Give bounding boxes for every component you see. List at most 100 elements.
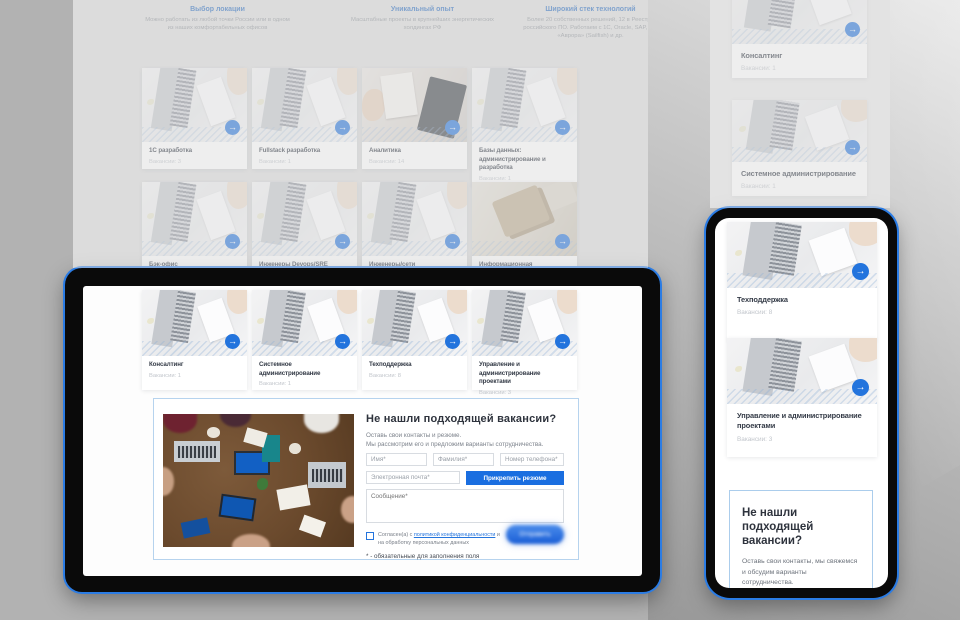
card-photo: →	[142, 182, 247, 256]
consent-prefix: Согласен(а) с	[378, 532, 414, 538]
privacy-policy-link[interactable]: политикой конфиденциальности	[414, 532, 496, 538]
card-photo: →	[472, 290, 577, 356]
arrow-icon[interactable]: →	[852, 263, 869, 280]
arrow-icon[interactable]: →	[845, 22, 860, 37]
vacancy-card[interactable]: → Системное администрирование Вакансии: …	[732, 100, 867, 196]
arrow-icon[interactable]: →	[555, 120, 570, 135]
card-photo: →	[472, 182, 577, 256]
arrow-icon[interactable]: →	[445, 234, 460, 249]
card-photo: →	[472, 68, 577, 142]
phone-field[interactable]	[500, 453, 564, 466]
arrow-icon[interactable]: →	[335, 120, 350, 135]
vacancy-card[interactable]: → Системное администрирование Вакансии: …	[252, 290, 357, 390]
message-field[interactable]	[366, 489, 564, 523]
arrow-icon[interactable]: →	[445, 120, 460, 135]
submit-button[interactable]: Отправить	[506, 525, 564, 544]
card-title: Техподдержка	[369, 361, 460, 370]
vacancy-card[interactable]: → Консалтинг Вакансии: 1	[732, 0, 867, 78]
vacancy-count: Вакансии: 1	[741, 65, 858, 72]
arrow-icon[interactable]: →	[845, 140, 860, 155]
mobile-page-background: → Консалтинг Вакансии: 1 → Системное адм…	[710, 0, 890, 208]
desktop-page-background: Выбор локации Можно работать из любой то…	[73, 0, 648, 268]
vacancy-count: Вакансии: 3	[149, 159, 240, 165]
vacancy-card[interactable]: → Консалтинг Вакансии: 1	[142, 290, 247, 390]
mobile-cta-box: Не нашли подходящей вакансии? Оставь сво…	[729, 490, 873, 588]
presentation-canvas: Выбор локации Можно работать из любой то…	[0, 0, 960, 620]
vacancy-card[interactable]: → Техподдержка Вакансии: 8	[727, 222, 877, 340]
vacancy-card[interactable]: → Базы данных: администрирование и разра…	[472, 68, 577, 186]
feature-title: Выбор локации	[145, 6, 290, 13]
vacancy-card[interactable]: → Инженеры/сети Вакансии: 4	[362, 182, 467, 268]
arrow-icon[interactable]: →	[445, 334, 460, 349]
vacancy-count: Вакансии: 1	[259, 159, 350, 165]
vacancy-card[interactable]: → Управление и администрирование проекта…	[727, 338, 877, 457]
consent-checkbox-row: Согласен(а) с политикой конфиденциальнос…	[366, 531, 506, 548]
card-photo: →	[732, 0, 867, 44]
contact-form: Не нашли подходящей вакансии? Оставь сво…	[366, 413, 564, 450]
card-photo: →	[252, 290, 357, 356]
card-photo: →	[142, 290, 247, 356]
vacancy-card[interactable]: → Управление и администрирование проекта…	[472, 290, 577, 390]
card-photo: →	[727, 338, 877, 404]
card-title: Бэк-офис	[149, 261, 240, 268]
vacancy-card[interactable]: → Инженеры Devops/SRE Вакансии: 1	[252, 182, 357, 268]
cta-title: Не нашли подходящей вакансии?	[742, 507, 860, 548]
arrow-icon[interactable]: →	[335, 334, 350, 349]
card-title: Техподдержка	[737, 295, 867, 305]
card-title: Консалтинг	[741, 51, 858, 61]
arrow-icon[interactable]: →	[555, 234, 570, 249]
last-name-field[interactable]	[433, 453, 494, 466]
card-title: Базы данных: администрирование и разрабо…	[479, 147, 570, 173]
phone-screen: → Техподдержка Вакансии: 8 → Управление …	[715, 218, 888, 588]
card-photo: →	[732, 100, 867, 162]
vacancy-card[interactable]: → Fullstack разработка Вакансии: 1	[252, 68, 357, 169]
contact-form-section: Не нашли подходящей вакансии? Оставь сво…	[153, 398, 579, 560]
card-title: Системное администрирование	[259, 361, 350, 378]
vacancy-card[interactable]: → Техподдержка Вакансии: 8	[362, 290, 467, 390]
consent-checkbox[interactable]	[366, 532, 374, 540]
vacancy-card[interactable]: → 1С разработка Вакансии: 3	[142, 68, 247, 169]
team-photo	[163, 414, 354, 547]
vacancy-count: Вакансии: 1	[741, 183, 858, 190]
vacancy-count: Вакансии: 1	[149, 373, 240, 379]
vacancy-card[interactable]: → Информационная безопасность Вакансии: …	[472, 182, 577, 268]
arrow-icon[interactable]: →	[225, 120, 240, 135]
card-photo: →	[252, 182, 357, 256]
card-title: Управление и администрирование проектами	[737, 411, 867, 432]
vacancy-count: Вакансии: 1	[259, 381, 350, 387]
card-photo: →	[727, 222, 877, 288]
arrow-icon[interactable]: →	[555, 334, 570, 349]
card-title: Управление и администрирование проектами	[479, 361, 570, 387]
arrow-icon[interactable]: →	[225, 234, 240, 249]
vacancy-card[interactable]: → Бэк-офис Вакансии: 2	[142, 182, 247, 268]
form-subtitle-line2: Мы рассмотрим его и предложим варианты с…	[366, 441, 543, 448]
feature-experience: Уникальный опыт Масштабные проекты в кру…	[350, 6, 495, 33]
required-fields-note: * - обязательные для заполнения поля	[366, 553, 479, 560]
laptop-screen: → Консалтинг Вакансии: 1 → Системное адм…	[83, 286, 642, 576]
feature-stack: Широкий стек технологий Более 20 собстве…	[518, 6, 648, 41]
card-title: Аналитика	[369, 147, 460, 156]
vacancy-count: Вакансии: 3	[479, 390, 570, 396]
vacancy-count: Вакансии: 8	[369, 373, 460, 379]
feature-text: Масштабные проекты в крупнейших энергети…	[350, 17, 495, 33]
vacancy-count: Вакансии: 14	[369, 159, 460, 165]
vacancy-count: Вакансии: 3	[737, 436, 867, 443]
feature-text: Более 20 собственных решений, 12 в Реест…	[518, 17, 648, 41]
card-title: Системное администрирование	[741, 169, 858, 179]
card-title: 1С разработка	[149, 147, 240, 156]
form-title: Не нашли подходящей вакансии?	[366, 413, 564, 425]
card-photo: →	[362, 182, 467, 256]
arrow-icon[interactable]: →	[335, 234, 350, 249]
card-title: Информационная безопасность	[479, 261, 570, 268]
arrow-icon[interactable]: →	[225, 334, 240, 349]
card-photo: →	[252, 68, 357, 142]
arrow-icon[interactable]: →	[852, 379, 869, 396]
feature-location: Выбор локации Можно работать из любой то…	[145, 6, 290, 33]
attach-resume-button[interactable]: Прикрепить резюме	[466, 471, 564, 485]
first-name-field[interactable]	[366, 453, 427, 466]
vacancy-card[interactable]: → Аналитика Вакансии: 14	[362, 68, 467, 169]
vacancy-count: Вакансии: 8	[737, 309, 867, 316]
consent-text: Согласен(а) с политикой конфиденциальнос…	[378, 531, 506, 548]
laptop-device-frame: → Консалтинг Вакансии: 1 → Системное адм…	[65, 268, 660, 592]
email-field[interactable]	[366, 471, 460, 484]
